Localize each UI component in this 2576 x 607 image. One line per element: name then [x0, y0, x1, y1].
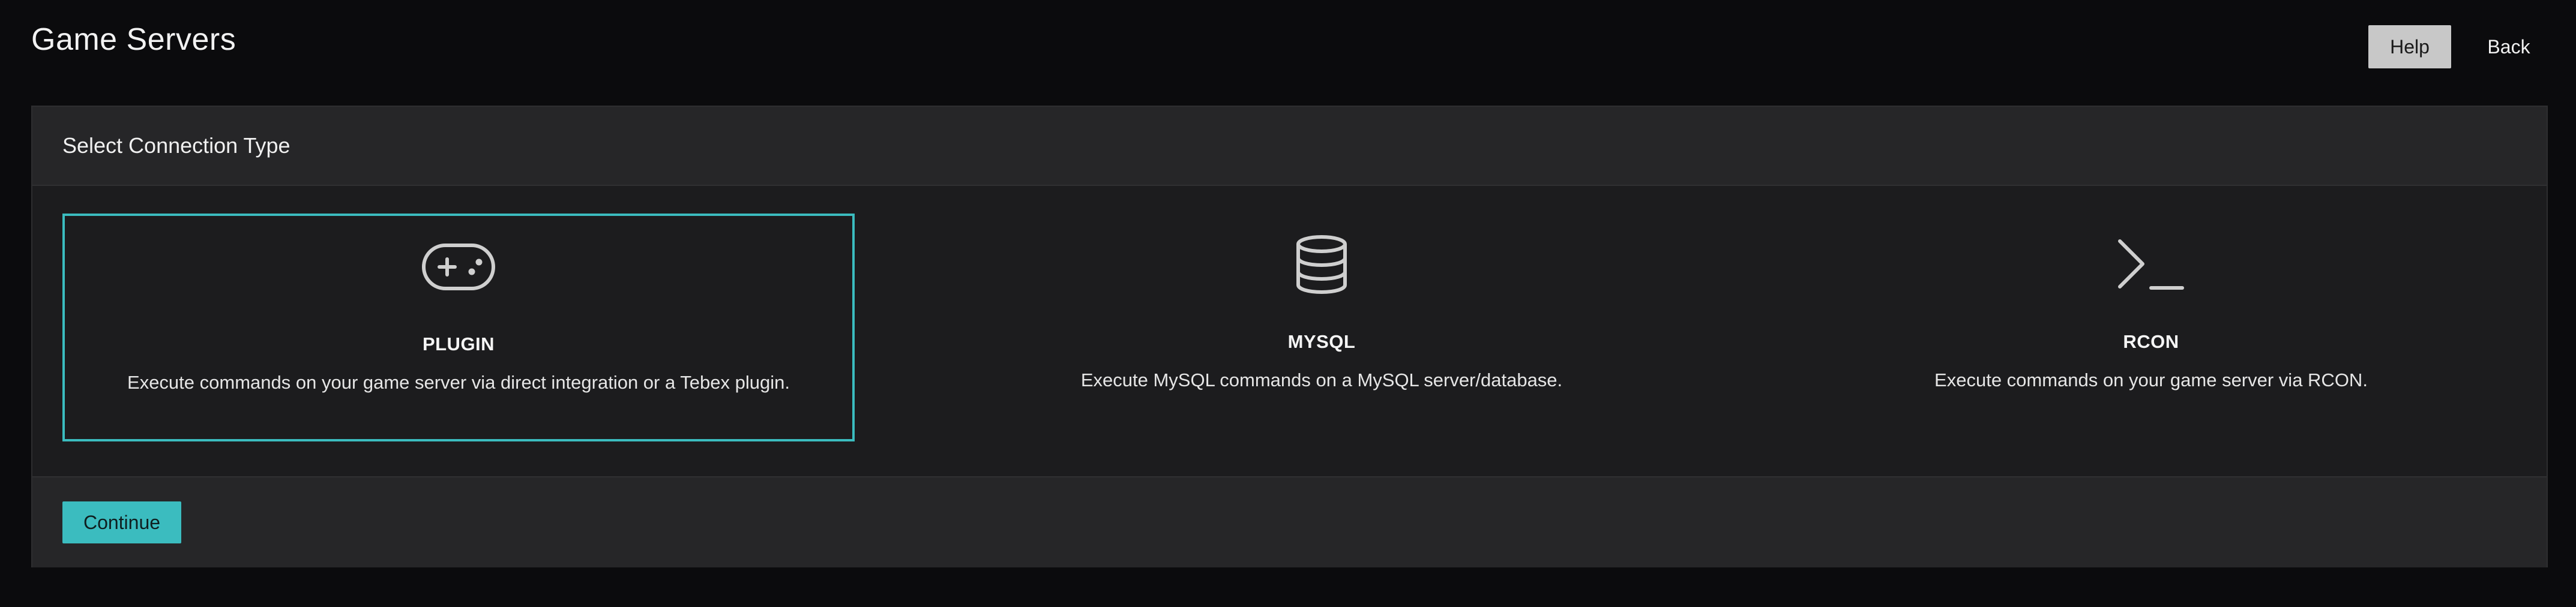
page-title: Game Servers	[31, 22, 236, 57]
option-title: MYSQL	[1287, 331, 1356, 352]
option-mysql[interactable]: MYSQL Execute MySQL commands on a MySQL …	[925, 214, 1718, 441]
panel-title: Select Connection Type	[62, 133, 290, 158]
option-description: Execute commands on your game server via…	[127, 372, 790, 393]
option-title: RCON	[2123, 331, 2179, 352]
option-title: PLUGIN	[422, 333, 495, 354]
terminal-icon	[2114, 232, 2188, 298]
panel-footer: Continue	[32, 476, 2547, 567]
connection-options: PLUGIN Execute commands on your game ser…	[32, 186, 2547, 476]
back-button[interactable]: Back	[2473, 25, 2545, 68]
option-description: Execute MySQL commands on a MySQL server…	[1080, 369, 1563, 390]
panel-header: Select Connection Type	[32, 107, 2547, 186]
help-button[interactable]: Help	[2368, 25, 2451, 68]
option-description: Execute commands on your game server via…	[1934, 369, 2368, 390]
option-rcon[interactable]: RCON Execute commands on your game serve…	[1755, 214, 2547, 441]
gamepad-icon	[421, 234, 496, 300]
continue-button[interactable]: Continue	[62, 501, 181, 543]
database-icon	[1284, 232, 1359, 298]
option-plugin[interactable]: PLUGIN Execute commands on your game ser…	[62, 214, 855, 441]
page-header: Game Servers Help Back	[0, 0, 2576, 90]
connection-type-panel: Select Connection Type PLUGIN Execute co…	[31, 106, 2548, 567]
